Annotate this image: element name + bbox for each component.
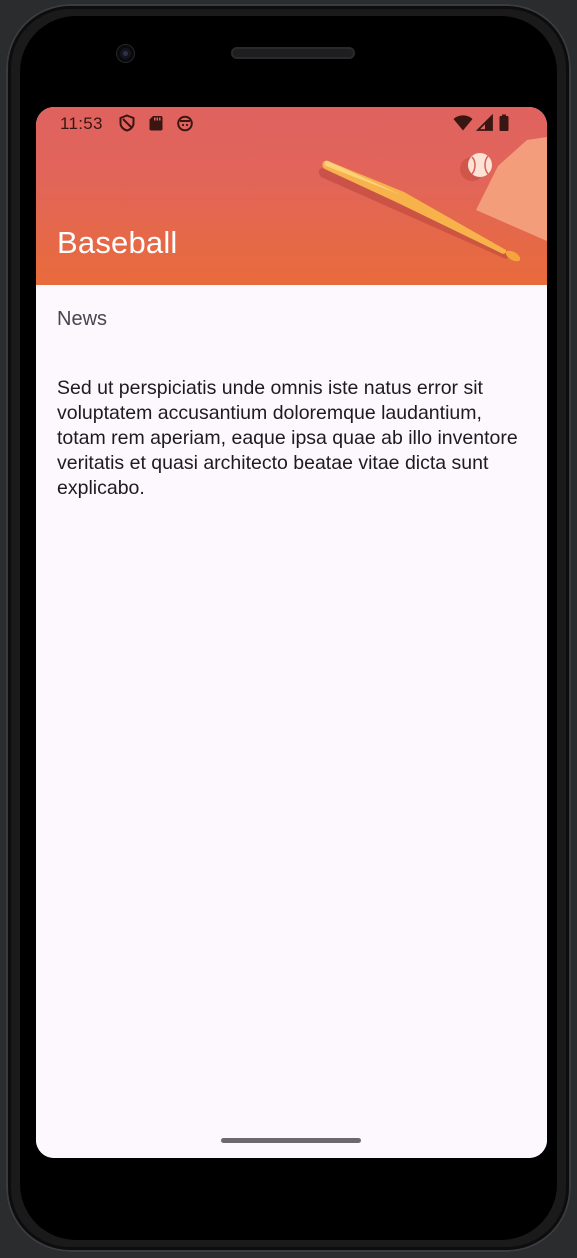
article-body: Sed ut perspiciatis unde omnis iste natu…	[57, 377, 518, 499]
app-bar: 11:53 Baseball	[36, 107, 547, 285]
home-gesture-bar[interactable]	[221, 1138, 361, 1143]
wifi-icon	[453, 115, 473, 131]
main-content[interactable]: News Sed ut perspiciatis unde omnis iste…	[36, 285, 547, 1158]
status-time: 11:53	[60, 114, 103, 133]
section-label-news: News	[57, 308, 108, 330]
battery-icon	[499, 114, 509, 131]
device-screen: 11:53 Baseball News Sed ut perspiciatis …	[36, 107, 547, 1158]
cellular-signal-icon	[476, 114, 493, 131]
front-camera	[117, 45, 134, 62]
page-title: Baseball	[57, 225, 178, 260]
status-bar: 11:53	[36, 107, 547, 141]
sd-card-icon	[149, 116, 163, 131]
shield-icon	[119, 114, 135, 132]
earpiece-speaker	[231, 47, 355, 59]
emulator-stage: 11:53 Baseball News Sed ut perspiciatis …	[0, 0, 577, 1258]
baseball-illustration	[318, 137, 547, 262]
app-notification-icon	[177, 115, 193, 132]
